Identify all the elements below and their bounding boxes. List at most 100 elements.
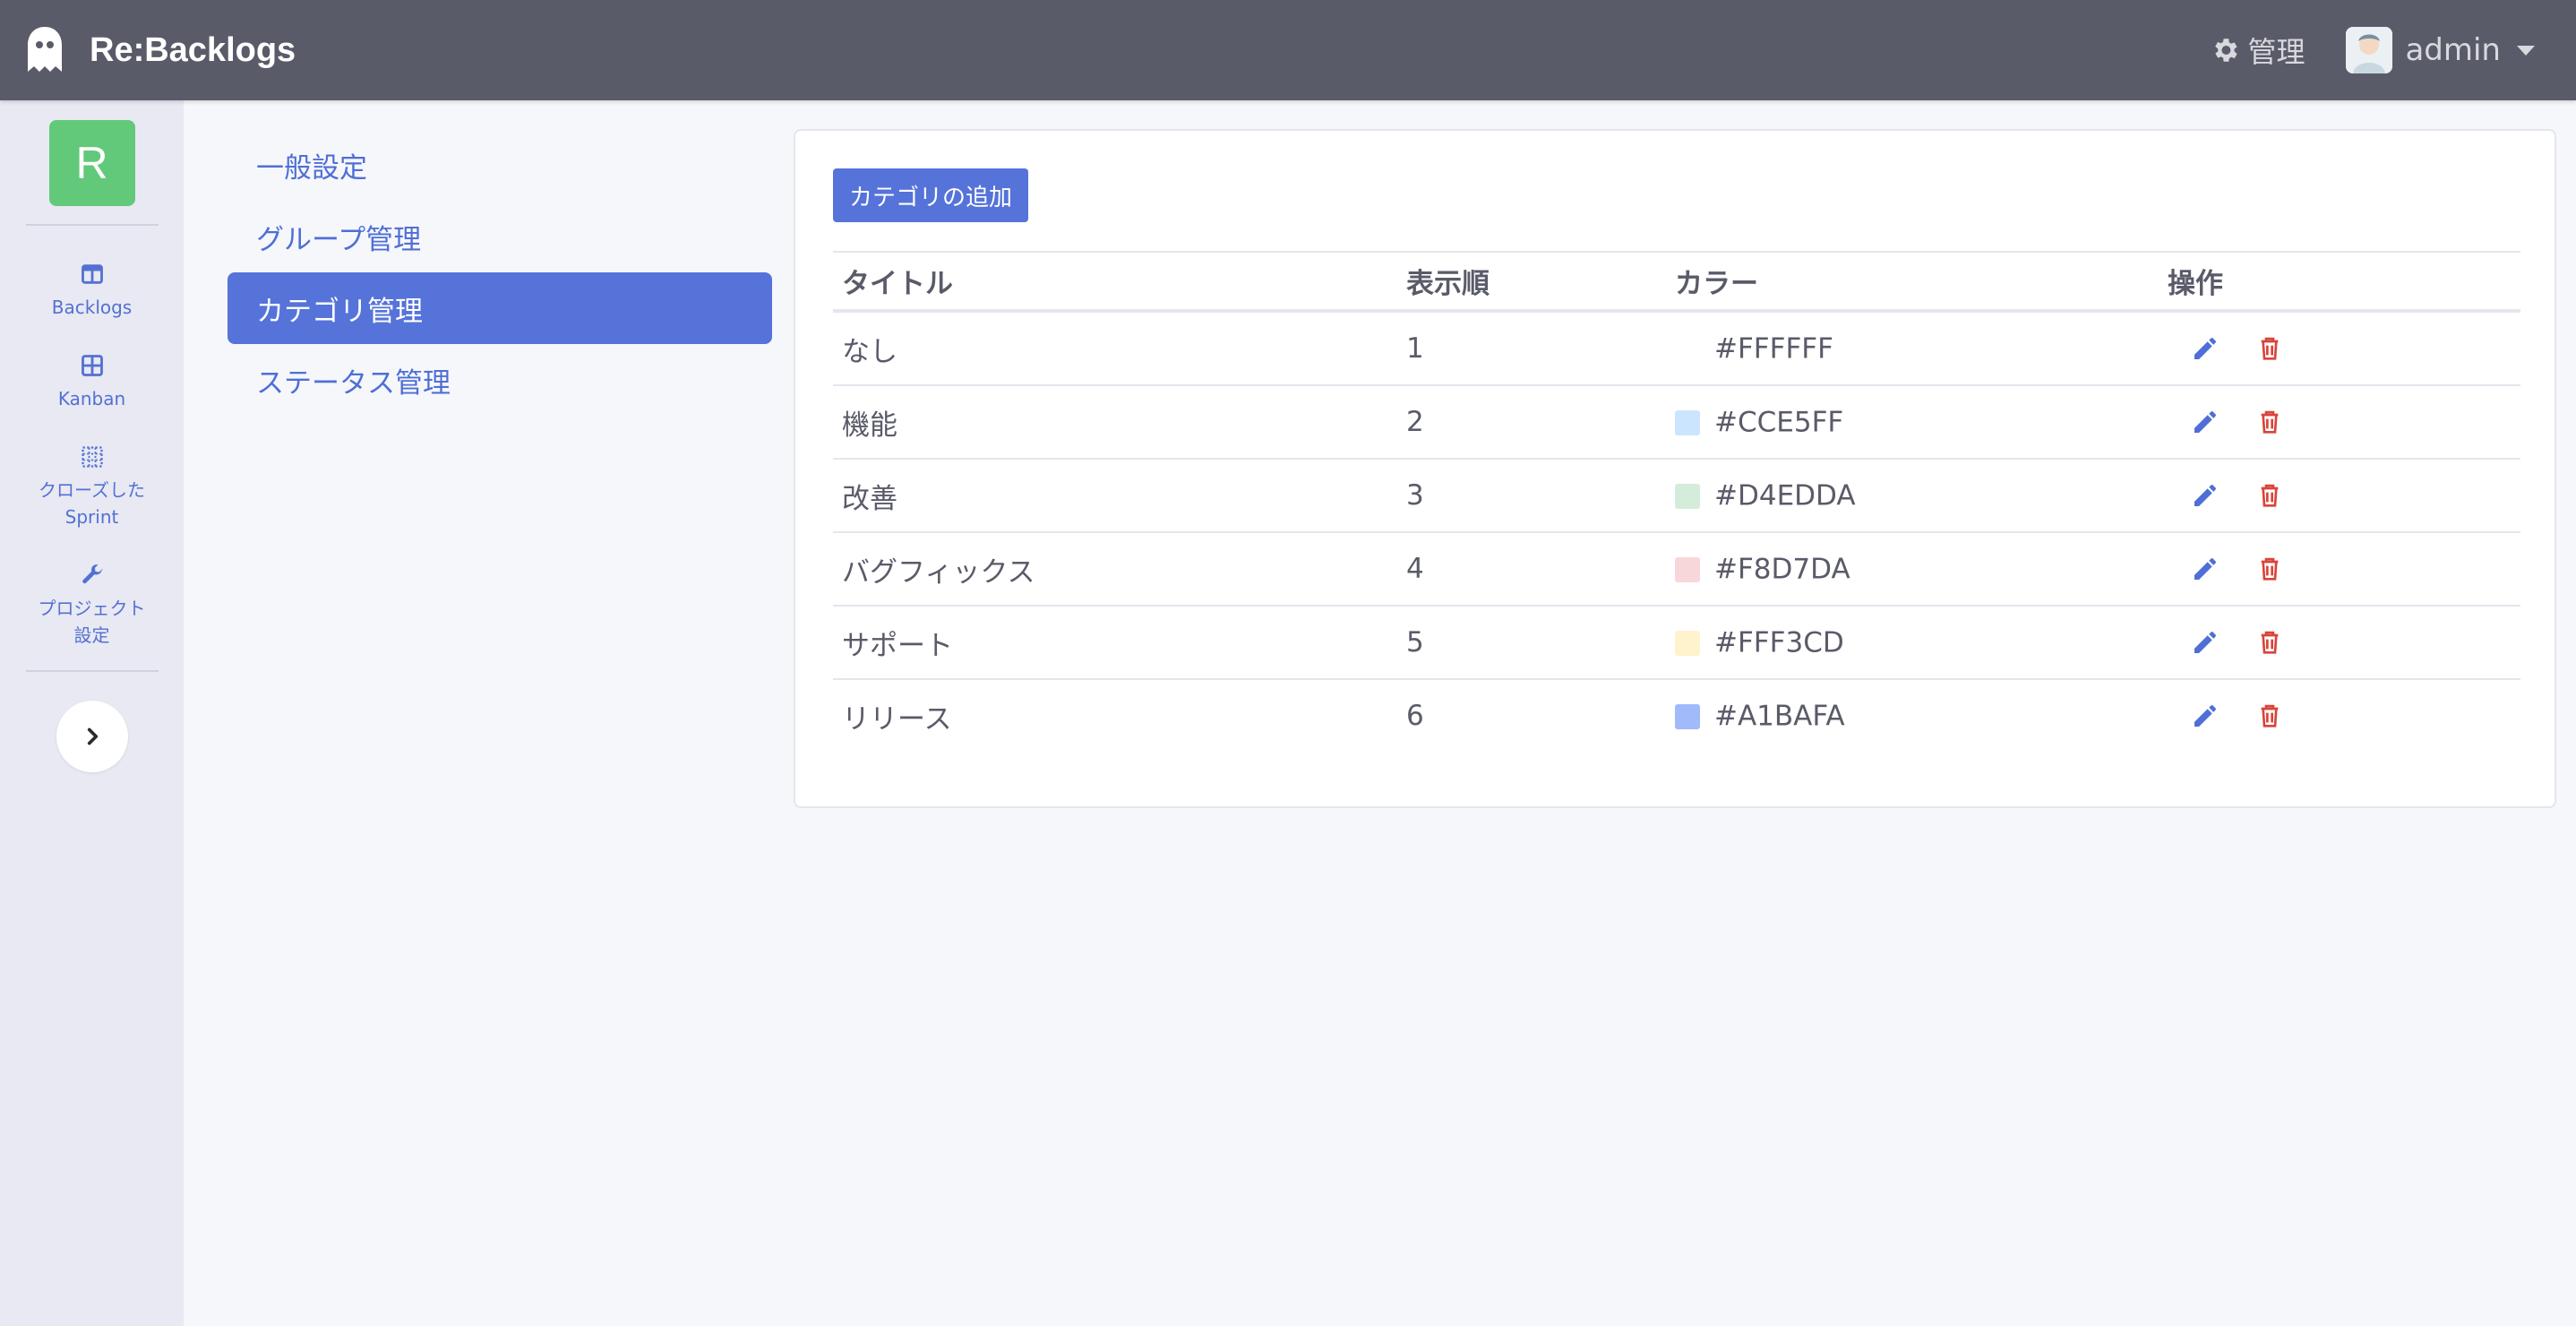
sidebar-item-backlogs[interactable]: Backlogs — [12, 262, 173, 321]
trash-icon — [2261, 484, 2279, 507]
chevron-right-icon — [87, 728, 98, 745]
category-color-code: #A1BAFA — [1714, 700, 1845, 733]
settings-menu: 一般設定 グループ管理 カテゴリ管理 ステータス管理 — [228, 129, 772, 416]
delete-category-button[interactable] — [2252, 404, 2288, 440]
category-actions — [2159, 532, 2520, 606]
category-color-code: #FFF3CD — [1714, 626, 1844, 659]
category-order: 1 — [1406, 332, 1424, 365]
category-color-cell: #FFF3CD — [1666, 606, 2159, 679]
table-row: 改善 3 #D4EDDA — [833, 459, 2520, 532]
user-name: admin — [2405, 32, 2501, 68]
sidebar-item-kanban[interactable]: Kanban — [12, 353, 173, 412]
trash-icon — [2261, 337, 2279, 360]
category-color-cell: #F8D7DA — [1666, 532, 2159, 606]
category-actions — [2159, 311, 2520, 385]
settings-menu-categories[interactable]: カテゴリ管理 — [228, 272, 772, 344]
gear-icon — [2215, 39, 2238, 62]
edit-category-button[interactable] — [2187, 624, 2223, 660]
trash-icon — [2261, 631, 2279, 654]
table-row: サポート 5 #FFF3CD — [833, 606, 2520, 679]
category-title: 改善 — [842, 482, 897, 515]
edit-category-button[interactable] — [2187, 331, 2223, 366]
color-swatch — [1675, 703, 1700, 729]
category-table: タイトル 表示順 カラー 操作 なし 1 #FFFFFF 機能 2 #CCE5F… — [833, 251, 2520, 752]
pencil-icon — [2194, 411, 2216, 433]
brand[interactable]: Re:Backlogs — [25, 25, 296, 75]
category-title: なし — [842, 335, 897, 368]
backlog-icon — [81, 264, 103, 284]
category-title: 機能 — [842, 409, 897, 442]
edit-category-button[interactable] — [2187, 478, 2223, 513]
category-title: バグフィックス — [842, 555, 1035, 589]
settings-menu-general[interactable]: 一般設定 — [228, 129, 772, 201]
admin-link[interactable]: 管理 — [2210, 30, 2305, 71]
delete-category-button[interactable] — [2252, 624, 2288, 660]
color-swatch — [1675, 556, 1700, 582]
delete-category-button[interactable] — [2252, 331, 2288, 366]
category-color-code: #F8D7DA — [1714, 553, 1850, 586]
table-row: リリース 6 #A1BAFA — [833, 679, 2520, 752]
delete-category-button[interactable] — [2252, 551, 2288, 587]
user-menu[interactable]: admin — [2346, 27, 2535, 73]
category-actions — [2159, 606, 2520, 679]
category-order: 2 — [1406, 406, 1424, 438]
edit-category-button[interactable] — [2187, 404, 2223, 440]
category-order: 4 — [1406, 553, 1424, 585]
admin-link-label: 管理 — [2247, 35, 2306, 69]
table-header-row: タイトル 表示順 カラー 操作 — [833, 252, 2520, 311]
category-order: 3 — [1406, 479, 1424, 512]
sidebar-item-closed-sprint[interactable]: クローズした Sprint — [12, 444, 173, 530]
trash-icon — [2261, 410, 2279, 434]
add-category-button[interactable]: カテゴリの追加 — [833, 168, 1029, 222]
project-badge[interactable]: R — [48, 120, 135, 206]
sidebar-expand-button[interactable] — [56, 701, 128, 772]
category-color-cell: #A1BAFA — [1666, 679, 2159, 752]
sidebar-item-project-settings[interactable]: プロジェクト 設定 — [12, 563, 173, 649]
category-actions — [2159, 459, 2520, 532]
settings-menu-statuses[interactable]: ステータス管理 — [228, 344, 772, 416]
sidebar-item-label: Kanban — [57, 388, 126, 409]
trash-icon — [2261, 557, 2279, 581]
category-order: 6 — [1406, 700, 1424, 732]
color-swatch — [1675, 483, 1700, 509]
project-sidebar: R Backlogs Kanban クローズした Sprint プロジェクト 設… — [0, 100, 184, 1326]
delete-category-button[interactable] — [2252, 698, 2288, 734]
color-swatch — [1675, 336, 1700, 362]
edit-category-button[interactable] — [2187, 698, 2223, 734]
category-color-code: #CCE5FF — [1714, 406, 1844, 439]
category-actions — [2159, 679, 2520, 752]
table-row: なし 1 #FFFFFF — [833, 311, 2520, 385]
column-header-actions: 操作 — [2168, 268, 2223, 300]
column-header-order: 表示順 — [1406, 268, 1490, 300]
closed-sprint-icon — [81, 446, 103, 468]
category-color-cell: #CCE5FF — [1666, 385, 2159, 459]
category-color-cell: #D4EDDA — [1666, 459, 2159, 532]
pencil-icon — [2194, 338, 2216, 359]
brand-title: Re:Backlogs — [90, 30, 296, 69]
pencil-icon — [2194, 485, 2216, 506]
sidebar-item-label: プロジェクト 設定 — [38, 598, 146, 646]
ghost-logo-icon — [28, 27, 62, 72]
column-header-color: カラー — [1675, 268, 1758, 300]
edit-category-button[interactable] — [2187, 551, 2223, 587]
category-title: サポート — [842, 629, 953, 662]
column-header-title: タイトル — [842, 268, 953, 300]
category-title: リリース — [842, 702, 952, 736]
category-color-code: #FFFFFF — [1714, 332, 1833, 366]
sidebar-divider — [25, 670, 159, 672]
avatar — [2346, 27, 2393, 73]
category-panel: カテゴリの追加 タイトル 表示順 カラー 操作 なし 1 #FFFFFF 機能 … — [794, 129, 2556, 808]
color-swatch — [1675, 630, 1700, 656]
color-swatch — [1675, 409, 1700, 435]
settings-menu-groups[interactable]: グループ管理 — [228, 201, 772, 272]
delete-category-button[interactable] — [2252, 478, 2288, 513]
sidebar-item-label: Backlogs — [51, 297, 133, 318]
trash-icon — [2261, 704, 2279, 728]
category-actions — [2159, 385, 2520, 459]
category-color-cell: #FFFFFF — [1666, 311, 2159, 385]
sidebar-divider — [25, 224, 159, 226]
category-color-code: #D4EDDA — [1714, 479, 1856, 512]
pencil-icon — [2194, 632, 2216, 653]
pencil-icon — [2194, 558, 2216, 580]
table-row: バグフィックス 4 #F8D7DA — [833, 532, 2520, 606]
